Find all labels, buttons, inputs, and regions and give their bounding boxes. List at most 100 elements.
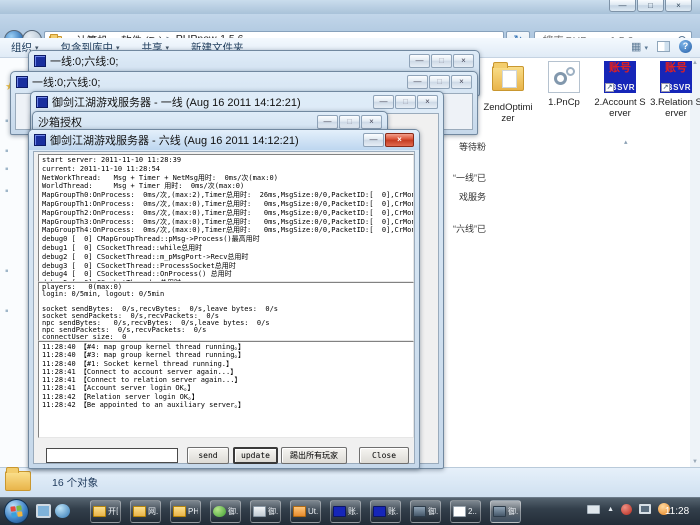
taskbar-button[interactable]: PH.. <box>170 500 201 523</box>
maximize-icon[interactable]: □ <box>395 95 416 109</box>
send-button[interactable]: send <box>187 447 229 464</box>
file-icon-label: 1.PnCp <box>538 97 590 108</box>
window-title: 一线:0;六线:0; <box>50 53 118 69</box>
minimize-icon[interactable]: — <box>407 75 428 89</box>
window-title: 沙箱授权 <box>38 114 82 130</box>
taskbar-app-icon <box>173 506 186 517</box>
console-line: 11:28:41 【Connect to relation server aga… <box>42 376 413 384</box>
tray-expand-icon[interactable]: ▲ <box>607 506 614 513</box>
views-icon[interactable]: ▦ ▾ <box>631 40 648 53</box>
log-console[interactable]: 11:28:40 【#4: map group kernel thread ru… <box>38 341 414 438</box>
close-icon[interactable]: × <box>361 115 382 129</box>
taskbar-button-label: PH.. <box>188 507 198 516</box>
console-line: connectUser size: 0 <box>42 334 413 341</box>
explorer-details-pane: 16 个对象 <box>0 467 700 497</box>
console-line: debug4 [ 0] CSocketThread::OnProcess() 总… <box>42 270 413 279</box>
minimize-icon[interactable]: — <box>363 133 384 147</box>
quick-launch-monitor-icon[interactable] <box>36 504 51 518</box>
taskbar-button[interactable]: 2.. <box>450 500 481 523</box>
maximize-icon[interactable]: □ <box>431 54 452 68</box>
command-input[interactable] <box>46 448 178 463</box>
close-button[interactable]: Close <box>359 447 409 464</box>
console-line: WorldThread: Msg + Timer 用时: 0ms/次(max:0… <box>42 182 413 191</box>
taskbar-app-icon <box>213 506 226 517</box>
close-icon[interactable]: × <box>451 75 472 89</box>
console-line: debug2 [ 0] CSocketThread::m_pMsgPort->R… <box>42 253 413 262</box>
taskbar-app-icon <box>413 506 426 517</box>
taskbar-button-label: 御.. <box>428 506 438 517</box>
taskbar-button[interactable]: 御.. <box>250 500 281 523</box>
explorer-titlebar: — □ × <box>0 0 700 14</box>
scroll-down-icon[interactable]: ▼ <box>690 459 700 465</box>
close-icon[interactable]: × <box>453 54 474 68</box>
taskbar-button[interactable]: Ut.. <box>290 500 321 523</box>
minimize-icon[interactable]: — <box>609 0 636 12</box>
nav-tree-icon[interactable]: ▪ <box>5 306 9 317</box>
taskbar-button-label: 开区 <box>108 506 118 517</box>
taskbar-clock[interactable]: 11:28 <box>657 506 697 517</box>
console-line: MapGroupTh4:OnProcess: 0ms/次,(max:0),Tim… <box>42 226 413 235</box>
help-icon[interactable]: ? <box>679 40 692 53</box>
console-line: 11:28:42 【Relation server login OK。】 <box>42 393 413 401</box>
keyboard-tray-icon[interactable] <box>587 505 600 514</box>
console-line: MapGroupTh2:OnProcess: 0ms/次,(max:0),Tim… <box>42 209 413 218</box>
taskbar-button-label: Ut.. <box>308 507 318 516</box>
taskbar-button[interactable]: 网.. <box>130 500 161 523</box>
file-icon-label: 3.Relation Server <box>650 97 700 119</box>
network-tray-icon[interactable] <box>639 504 651 514</box>
kick-all-players-button[interactable]: 踢出所有玩家 <box>281 447 347 464</box>
restore-icon[interactable]: □ <box>637 0 664 12</box>
minimize-icon[interactable]: — <box>373 95 394 109</box>
console-line: 11:28:42 【Be appointed to an auxiliary s… <box>42 401 413 409</box>
dialog-server-line6[interactable]: 御剑江湖游戏服务器 - 六线 (Aug 16 2011 14:12:21) — … <box>28 129 420 469</box>
quick-launch-media-icon[interactable] <box>55 504 70 518</box>
maximize-icon[interactable]: □ <box>339 115 360 129</box>
scroll-up-icon[interactable]: ▴ <box>624 138 628 146</box>
nav-tree-icon[interactable]: ▪ <box>5 186 9 197</box>
file-icon-item[interactable]: ↗ ZendOptimizer <box>482 60 534 124</box>
minimize-icon[interactable]: — <box>317 115 338 129</box>
update-button[interactable]: update <box>233 447 278 464</box>
security-tray-icon[interactable] <box>621 504 632 515</box>
stats-console[interactable]: start server: 2011-11-10 11:28:39current… <box>38 154 414 282</box>
taskbar-button-label: 御.. <box>508 506 518 517</box>
item-count-status: 16 个对象 <box>52 475 98 490</box>
taskbar-button[interactable]: 开区 <box>90 500 121 523</box>
console-line: 11:28:41 【Account server login OK。】 <box>42 384 413 392</box>
start-button[interactable] <box>4 499 29 524</box>
window-title: 御剑江湖游戏服务器 - 一线 (Aug 16 2011 14:12:21) <box>52 94 301 110</box>
fragment-text: 等待粉 <box>459 140 486 153</box>
taskbar-button[interactable]: 御.. <box>410 500 441 523</box>
taskbar-button[interactable]: 御.. <box>490 500 521 523</box>
taskbar-button[interactable]: 御.. <box>210 500 241 523</box>
close-icon[interactable]: × <box>417 95 438 109</box>
file-icon-item[interactable]: 账号 PBSVR ↗ 2.Account Server <box>594 60 646 124</box>
close-icon[interactable]: × <box>385 133 414 147</box>
file-icon-item[interactable]: ↗ 1.PnCp <box>538 60 590 124</box>
preview-pane-icon[interactable] <box>657 41 670 52</box>
traffic-console[interactable]: players: 0(max:0)login: 0/5min, logout: … <box>38 282 414 341</box>
obscured-window-fragments: 等待粉“一线”已戏服务“六线”已 <box>446 130 488 250</box>
taskbar-button-label: 网.. <box>148 506 158 517</box>
console-line: debug0 [ 0] CMapGroupThread::pMsg->Proce… <box>42 235 413 244</box>
nav-tree-icon[interactable]: ▪ <box>5 116 9 127</box>
taskbar: 开区 网.. PH.. 御.. <box>0 497 700 525</box>
fragment-text: 戏服务 <box>459 190 486 203</box>
maximize-icon[interactable]: □ <box>429 75 450 89</box>
taskbar-button[interactable]: 账.. <box>330 500 361 523</box>
console-line: current: 2011-11-10 11:28:54 <box>42 165 413 174</box>
taskbar-button[interactable]: 账.. <box>370 500 401 523</box>
console-line: MapGroupTh1:OnProcess: 0ms/次,(max:0),Tim… <box>42 200 413 209</box>
console-line: MapGroupTh0:OnProcess: 0ms/次,(max:2),Tim… <box>42 191 413 200</box>
close-icon[interactable]: × <box>665 0 692 12</box>
account-server-icon: 账号 PBSVR ↗ <box>660 61 692 93</box>
windows-logo-icon <box>10 505 22 517</box>
file-icon-item[interactable]: 账号 PBSVR ↗ 3.Relation Server <box>650 60 700 124</box>
console-line: debug1 [ 0] CSocketThread::while总用时 <box>42 244 413 253</box>
minimize-icon[interactable]: — <box>409 54 430 68</box>
nav-tree-icon[interactable]: ▪ <box>5 164 9 175</box>
nav-tree-icon[interactable]: ▪ <box>5 146 9 157</box>
taskbar-app-icon <box>453 506 466 517</box>
nav-tree-icon[interactable]: ▪ <box>5 266 9 277</box>
fragment-text: “一线”已 <box>453 171 486 184</box>
